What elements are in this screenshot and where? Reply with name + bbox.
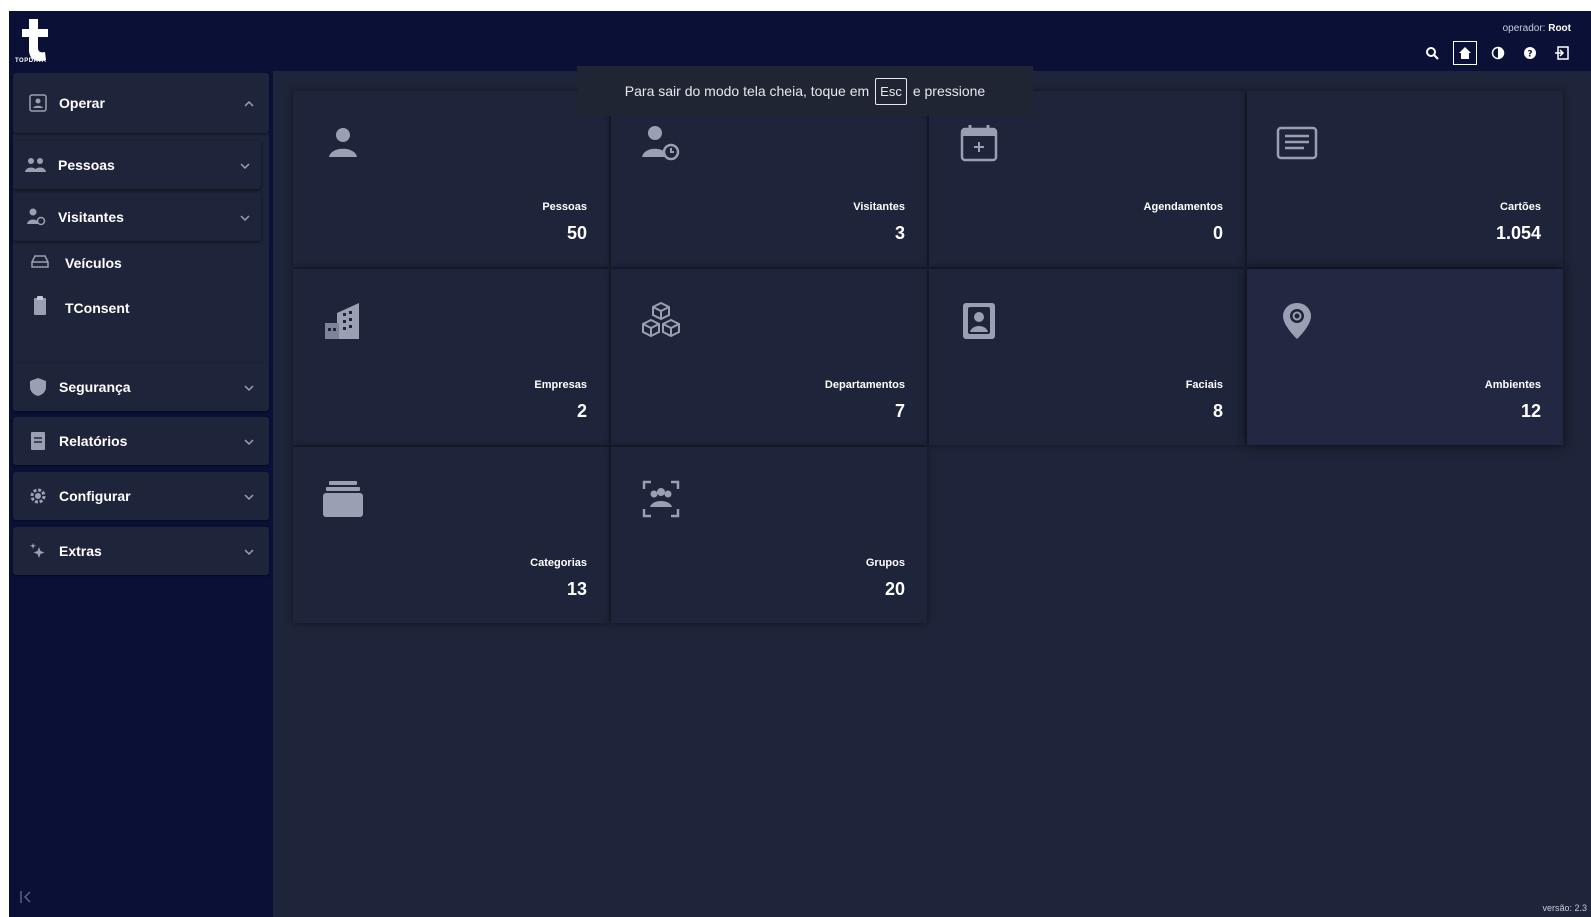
contrast-icon[interactable]	[1487, 42, 1509, 64]
card-label: Pessoas	[542, 201, 587, 213]
sidebar-item-label: Operar	[59, 95, 105, 111]
card-value: 3	[894, 223, 905, 243]
card-label: Agendamentos	[1143, 201, 1223, 213]
card-value: 7	[894, 401, 905, 421]
sidebar: Operar Pessoas Visitantes Veículos TCons…	[9, 71, 273, 917]
sidebar-item-veiculos[interactable]: Veículos	[29, 248, 122, 278]
sidebar-item-label: Segurança	[59, 379, 131, 395]
card-value: 12	[1520, 401, 1541, 421]
shield-icon	[27, 376, 49, 398]
toast-text-after: e pressione	[912, 83, 986, 99]
sidebar-item-visitantes[interactable]: Visitantes	[13, 193, 261, 241]
sidebar-item-configurar[interactable]: Configurar	[13, 472, 269, 520]
version-label: versão: 2.3	[1542, 903, 1587, 913]
chevron-down-icon	[243, 545, 255, 557]
card-label: Categorias	[530, 557, 587, 569]
card-label: Ambientes	[1484, 379, 1541, 391]
fullscreen-toast: Para sair do modo tela cheia, toque em E…	[577, 66, 1033, 116]
svg-text:?: ?	[1527, 50, 1532, 60]
search-icon[interactable]	[1421, 42, 1443, 64]
sidebar-item-label: Visitantes	[58, 209, 124, 225]
chevron-down-icon	[243, 490, 255, 502]
face-badge-icon	[957, 299, 1001, 343]
chevron-down-icon	[243, 435, 255, 447]
gear-icon	[27, 485, 49, 507]
card-agendamentos[interactable]: Agendamentos 0	[929, 91, 1245, 267]
card-grupos[interactable]: Grupos 20	[611, 447, 927, 623]
card-list-icon	[1275, 121, 1319, 165]
card-value: 20	[884, 579, 905, 599]
sidebar-item-label: Configurar	[59, 488, 131, 504]
sparkle-icon	[27, 540, 49, 562]
sidebar-item-extras[interactable]: Extras	[13, 527, 269, 575]
sidebar-item-relatorios[interactable]: Relatórios	[13, 417, 269, 465]
header-actions: ?	[1421, 41, 1573, 65]
boxes-icon	[639, 299, 683, 343]
card-visitantes[interactable]: Visitantes 3	[611, 91, 927, 267]
clipboard-icon	[29, 295, 51, 321]
group-scan-icon	[639, 477, 683, 521]
sidebar-item-label: Veículos	[65, 255, 122, 271]
sidebar-item-seguranca[interactable]: Segurança	[13, 363, 269, 411]
card-label: Faciais	[1185, 379, 1223, 391]
sidebar-item-label: Extras	[59, 543, 102, 559]
person-icon	[321, 121, 365, 165]
folder-stack-icon	[321, 477, 365, 521]
card-ambientes[interactable]: Ambientes 12	[1247, 269, 1563, 445]
chevron-down-icon	[243, 381, 255, 393]
card-label: Grupos	[865, 557, 905, 569]
card-faciais[interactable]: Faciais 8	[929, 269, 1245, 445]
esc-key: Esc	[875, 77, 907, 105]
calendar-icon	[957, 121, 1001, 165]
card-value: 13	[566, 579, 587, 599]
card-label: Departamentos	[824, 379, 905, 391]
card-pessoas[interactable]: Pessoas 50	[293, 91, 609, 267]
card-value: 1.054	[1495, 223, 1541, 243]
chevron-up-icon	[243, 97, 255, 109]
visitor-icon	[25, 206, 47, 228]
card-label: Cartões	[1500, 201, 1541, 213]
app-window: TOPDATA operador: Root ? Operar Pessoas …	[9, 11, 1591, 917]
operator-info: operador: Root	[1503, 23, 1571, 34]
dashboard: Pessoas 50 Visitantes 3 Agendamentos 0 C…	[273, 71, 1591, 917]
operator-prefix: operador:	[1502, 23, 1546, 34]
chevron-down-icon	[239, 159, 251, 171]
card-value: 8	[1212, 401, 1223, 421]
card-cartoes[interactable]: Cartões 1.054	[1247, 91, 1563, 267]
card-label: Empresas	[534, 379, 587, 391]
card-departamentos[interactable]: Departamentos 7	[611, 269, 927, 445]
operator-name: Root	[1548, 23, 1571, 34]
report-icon	[27, 430, 49, 452]
sidebar-item-label: Relatórios	[59, 433, 128, 449]
card-value: 2	[576, 401, 587, 421]
sidebar-item-tconsent[interactable]: TConsent	[29, 293, 130, 323]
card-value: 50	[566, 223, 587, 243]
top-bar: TOPDATA operador: Root ?	[9, 11, 1591, 71]
sidebar-item-label: TConsent	[65, 300, 130, 316]
sidebar-item-label: Pessoas	[58, 157, 115, 173]
brand-name: TOPDATA	[15, 58, 47, 64]
sidebar-item-operar[interactable]: Operar	[13, 73, 269, 133]
operator-icon	[27, 92, 49, 114]
location-icon	[1275, 299, 1319, 343]
card-empresas[interactable]: Empresas 2	[293, 269, 609, 445]
toast-text-before: Para sair do modo tela cheia, toque em	[624, 83, 870, 99]
building-icon	[321, 299, 365, 343]
sidebar-item-pessoas[interactable]: Pessoas	[13, 141, 261, 189]
car-icon	[29, 253, 51, 274]
logout-icon[interactable]	[1551, 42, 1573, 64]
people-icon	[25, 154, 47, 176]
collapse-sidebar-icon[interactable]	[19, 889, 35, 905]
help-icon[interactable]: ?	[1519, 42, 1541, 64]
card-label: Visitantes	[853, 201, 905, 213]
chevron-down-icon	[239, 211, 251, 223]
card-value: 0	[1212, 223, 1223, 243]
visitor-icon	[639, 121, 683, 165]
home-icon[interactable]	[1453, 41, 1477, 65]
card-categorias[interactable]: Categorias 13	[293, 447, 609, 623]
